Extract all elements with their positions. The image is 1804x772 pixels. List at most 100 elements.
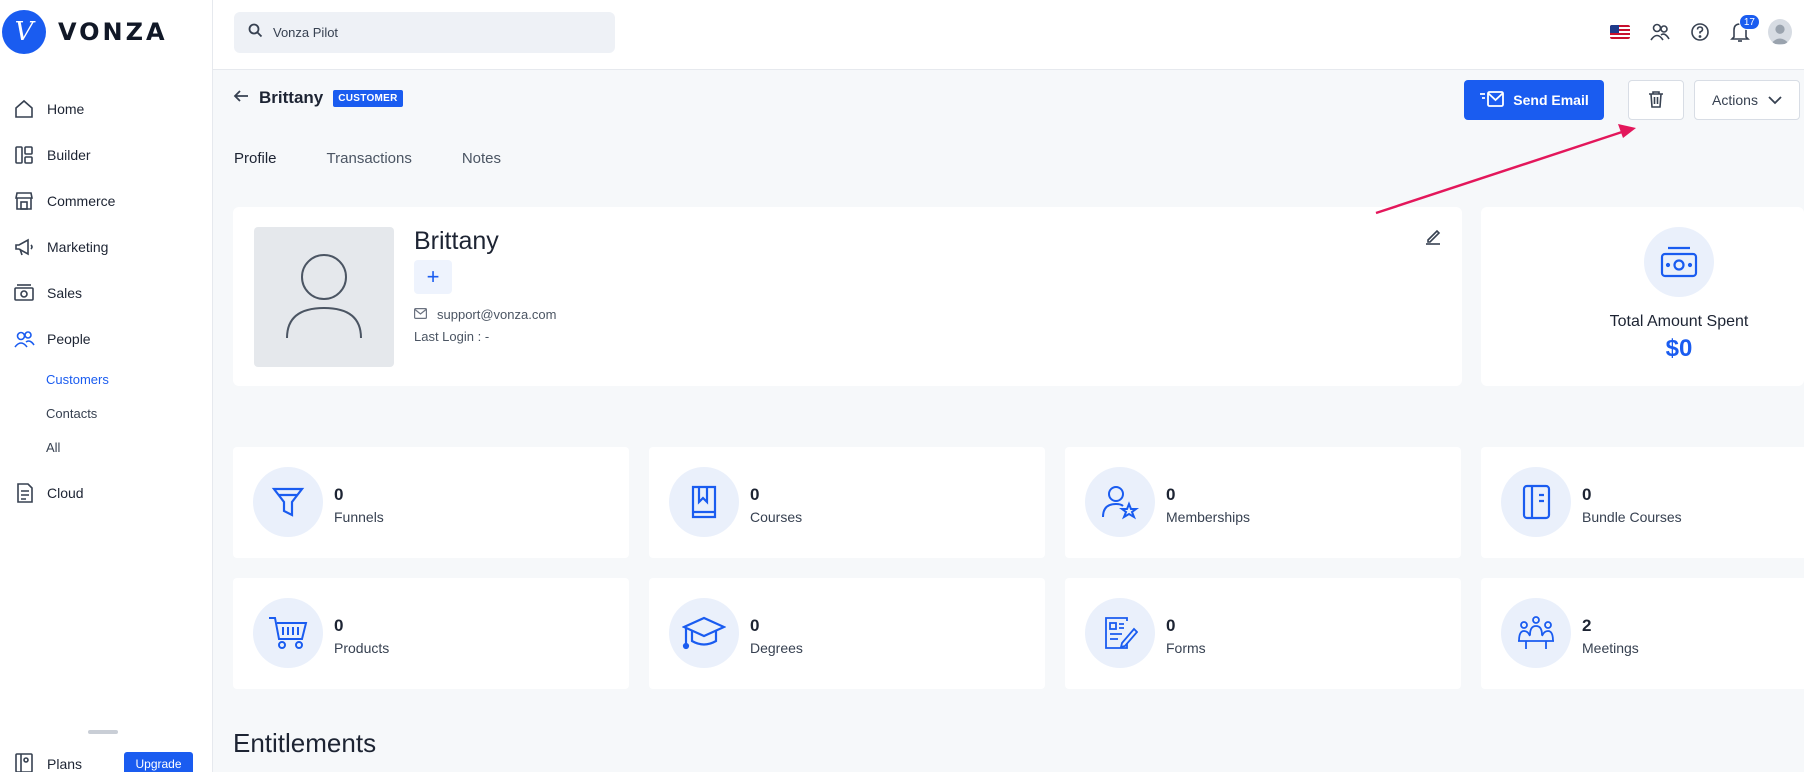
actions-dropdown[interactable]: Actions — [1694, 80, 1800, 120]
tab-notes[interactable]: Notes — [462, 150, 501, 177]
sidebar-item-label: People — [47, 331, 91, 347]
sidebar-item-builder[interactable]: Builder — [0, 132, 212, 178]
stat-value: 0 — [1582, 485, 1592, 504]
stat-value: 0 — [1166, 616, 1176, 635]
search-box[interactable] — [234, 12, 615, 53]
sidebar-item-label: Cloud — [47, 485, 84, 501]
pencil-icon — [1424, 228, 1442, 251]
sidebar-item-label: Home — [47, 101, 85, 117]
page-header: Brittany CUSTOMER — [233, 88, 403, 108]
stat-label: Degrees — [750, 640, 803, 656]
stat-value: 2 — [1582, 616, 1592, 635]
sidebar-item-cloud[interactable]: Cloud — [0, 470, 212, 516]
actions-label: Actions — [1712, 92, 1758, 108]
user-placeholder-icon — [286, 254, 362, 339]
stat-card-memberships[interactable]: 0 Memberships — [1065, 447, 1461, 558]
graduation-cap-icon — [669, 598, 739, 668]
page-title: Brittany — [259, 88, 324, 107]
sidebar-subitem-customers[interactable]: Customers — [0, 362, 212, 396]
stat-label: Courses — [750, 509, 803, 525]
home-icon — [13, 98, 35, 120]
send-email-button[interactable]: Send Email — [1464, 80, 1604, 120]
topbar: 17 — [213, 0, 1804, 70]
mail-icon — [414, 307, 428, 322]
stat-card-bundle-courses[interactable]: 0 Bundle Courses — [1481, 447, 1804, 558]
store-icon — [13, 190, 35, 212]
tab-profile[interactable]: Profile — [234, 150, 277, 177]
stat-card-forms[interactable]: 0 Forms — [1065, 578, 1461, 689]
tab-bar: Profile Transactions Notes — [234, 150, 551, 177]
add-tag-button[interactable]: + — [414, 260, 452, 294]
stat-label: Forms — [1166, 640, 1206, 656]
stat-value: 0 — [750, 485, 760, 504]
megaphone-icon — [13, 236, 35, 258]
stat-label: Memberships — [1166, 509, 1251, 525]
profile-card: Brittany + support@vonza.com Last Login … — [233, 207, 1462, 386]
cash-icon — [13, 282, 35, 304]
stat-value: 0 — [750, 616, 760, 635]
sidebar-item-home[interactable]: Home — [0, 86, 212, 132]
form-pen-icon — [1085, 598, 1155, 668]
funnel-icon — [253, 467, 323, 537]
edit-profile-button[interactable] — [1421, 227, 1445, 251]
cloud-doc-icon — [13, 482, 35, 504]
sidebar: V VONZA Home Builder Commerce Marketing … — [0, 0, 213, 772]
language-flag-icon[interactable] — [1608, 20, 1632, 44]
total-spent-card: Total Amount Spent $0 — [1481, 207, 1804, 386]
stat-label: Funnels — [334, 509, 384, 525]
tab-transactions[interactable]: Transactions — [327, 150, 412, 177]
plans-icon — [13, 752, 35, 772]
user-avatar[interactable] — [1768, 19, 1792, 45]
sidebar-item-label: Marketing — [47, 239, 109, 255]
stat-card-funnels[interactable]: 0 Funnels — [233, 447, 629, 558]
send-email-label: Send Email — [1513, 92, 1589, 108]
stat-card-products[interactable]: 0 Products — [233, 578, 629, 689]
stat-label: Products — [334, 640, 390, 656]
stat-label: Meetings — [1582, 640, 1639, 656]
profile-photo-placeholder[interactable] — [254, 227, 394, 367]
upgrade-button[interactable]: Upgrade — [124, 752, 193, 772]
meeting-icon — [1501, 598, 1571, 668]
sidebar-item-people[interactable]: People — [0, 316, 212, 362]
back-arrow-icon[interactable] — [233, 89, 249, 108]
sidebar-item-marketing[interactable]: Marketing — [0, 224, 212, 270]
cart-icon — [253, 598, 323, 668]
search-icon — [248, 23, 263, 43]
search-input[interactable] — [273, 25, 593, 40]
stat-label: Bundle Courses — [1582, 509, 1682, 525]
sidebar-drag-handle[interactable] — [88, 730, 118, 734]
logo-text: VONZA — [58, 18, 168, 46]
logo-mark: V — [2, 10, 46, 54]
stat-value: 0 — [334, 616, 344, 635]
sidebar-item-commerce[interactable]: Commerce — [0, 178, 212, 224]
sidebar-subitem-contacts[interactable]: Contacts — [0, 396, 212, 430]
bookmark-book-icon — [669, 467, 739, 537]
delete-button[interactable] — [1628, 80, 1684, 120]
stat-value: 0 — [334, 485, 344, 504]
send-email-icon — [1479, 90, 1505, 111]
builder-icon — [13, 144, 35, 166]
entitlements-title: Entitlements — [233, 728, 377, 758]
sidebar-item-label: Commerce — [47, 193, 116, 209]
customer-badge: CUSTOMER — [333, 89, 403, 107]
notification-bell-icon[interactable]: 17 — [1728, 14, 1760, 44]
team-icon[interactable] — [1648, 20, 1672, 44]
sidebar-nav: Home Builder Commerce Marketing Sales Pe… — [0, 86, 212, 516]
last-login: Last Login : - — [414, 329, 490, 344]
topbar-icons: 17 — [1608, 14, 1792, 45]
sidebar-item-label: Sales — [47, 285, 83, 301]
sidebar-item-plans[interactable]: Plans — [13, 752, 82, 772]
email-text: support@vonza.com — [437, 307, 557, 322]
people-icon — [13, 328, 35, 350]
stat-card-courses[interactable]: 0 Courses — [649, 447, 1045, 558]
stat-value: 0 — [1166, 485, 1176, 504]
sidebar-subitem-all[interactable]: All — [0, 430, 212, 464]
brand-logo[interactable]: V VONZA — [2, 10, 168, 54]
total-spent-label: Total Amount Spent — [1609, 313, 1749, 330]
stat-card-degrees[interactable]: 0 Degrees — [649, 578, 1045, 689]
profile-name: Brittany — [414, 227, 499, 255]
help-icon[interactable] — [1688, 20, 1712, 44]
sidebar-item-sales[interactable]: Sales — [0, 270, 212, 316]
stat-card-meetings[interactable]: 2 Meetings — [1481, 578, 1804, 689]
sidebar-item-label: Plans — [47, 755, 83, 772]
